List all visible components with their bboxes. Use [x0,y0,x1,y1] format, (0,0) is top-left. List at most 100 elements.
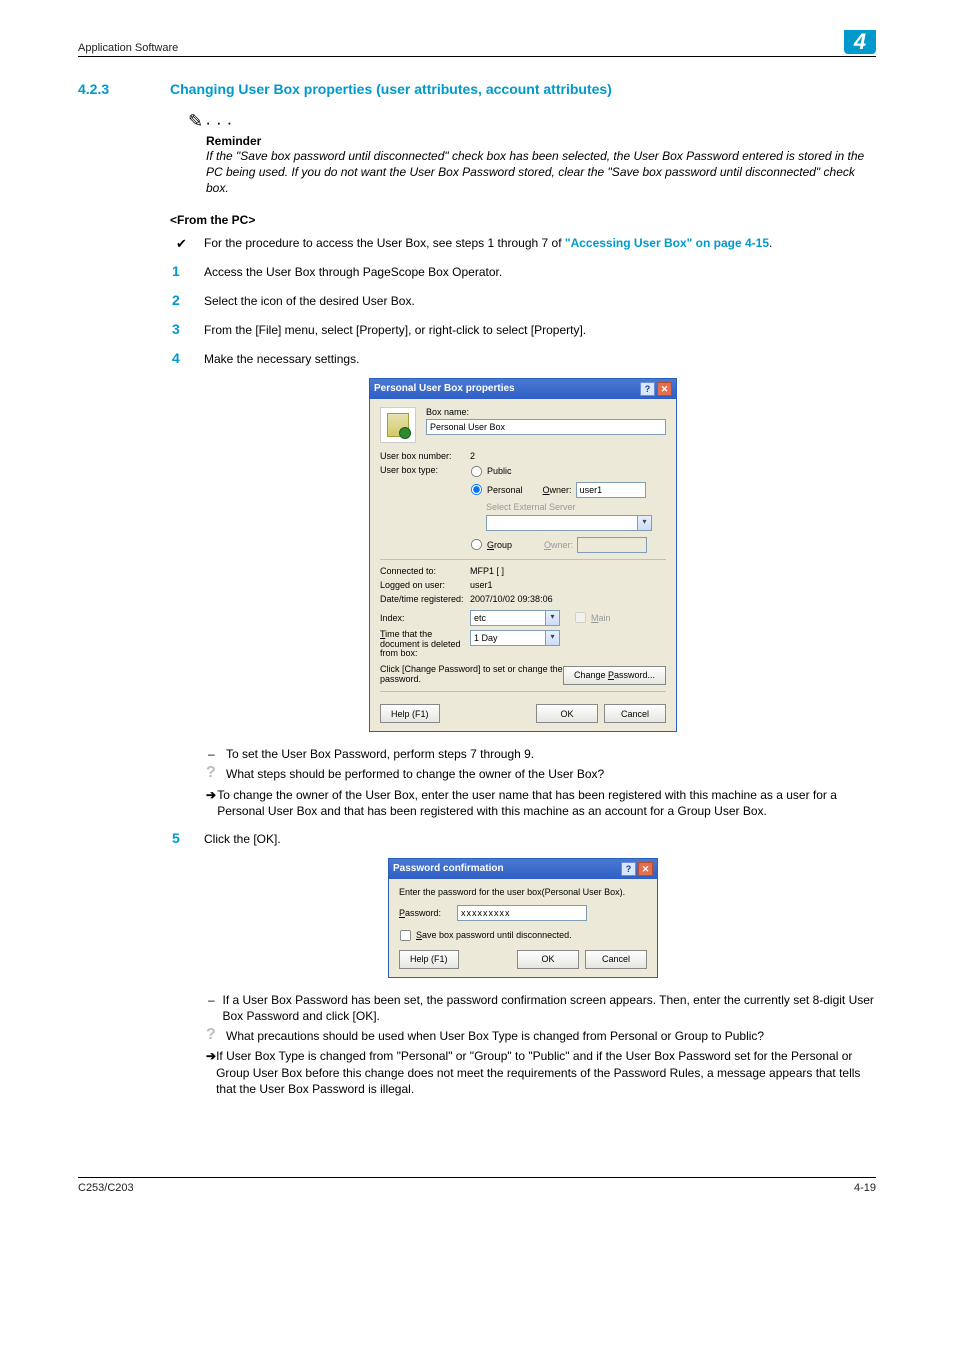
logged-user-label: Logged on user: [380,580,470,590]
step-3-text: From the [File] menu, select [Property],… [204,320,876,339]
step-5-number: 5 [170,829,204,848]
dialog2-prompt: Enter the password for the user box(Pers… [399,887,647,897]
dialog1-cancel-button[interactable]: Cancel [604,704,666,723]
boxname-label: Box name: [426,407,666,417]
footer-right: 4-19 [854,1182,876,1194]
owner-input[interactable] [576,482,646,498]
box-number-label: User box number: [380,451,470,461]
change-password-hint: Click [Change Password] to set or change… [380,665,563,685]
step-3-number: 3 [170,320,204,339]
boxname-input[interactable] [426,419,666,435]
type-public-radio[interactable] [471,466,482,477]
section-number: 4.2.3 [78,81,170,97]
note-ellipsis: . . . [206,114,233,128]
dialog1-titlebar: Personal User Box properties ? ✕ [370,379,676,399]
note-dash-2-text: If a User Box Password has been set, the… [222,992,876,1024]
dialog2-title: Password confirmation [393,863,504,874]
retention-combo[interactable]: 1 Day ▾ [470,630,560,646]
arrow-icon: ➔ [204,787,217,819]
step-5-text: Click the [OK]. [204,829,876,848]
save-password-checkbox[interactable] [400,930,411,941]
chapter-badge: 4 [844,30,876,54]
note-dash-1-text: To set the User Box Password, perform st… [226,746,534,762]
question-icon: ? [204,766,226,782]
type-personal-radio[interactable] [471,484,482,495]
step-1: 1 Access the User Box through PageScope … [170,262,876,281]
dialog1-ok-button[interactable]: OK [536,704,598,723]
retention-label: Time that the document is deleted from b… [380,630,470,660]
section-heading: 4.2.3 Changing User Box properties (user… [78,81,876,97]
dash-icon: – [204,992,222,1024]
type-personal-label: Personal [487,485,523,495]
note-question-2-text: What precautions should be used when Use… [226,1028,764,1044]
connected-label: Connected to: [380,566,470,576]
dash-icon: – [204,746,226,762]
step-2-text: Select the icon of the desired User Box. [204,291,876,310]
step-1-text: Access the User Box through PageScope Bo… [204,262,876,281]
step-2-number: 2 [170,291,204,310]
section-title: Changing User Box properties (user attri… [170,81,612,97]
index-label: Index: [380,613,470,623]
checkmark-icon: ✔ [170,235,204,253]
chevron-down-icon: ▾ [545,611,559,625]
note-dash-2: – If a User Box Password has been set, t… [204,992,876,1024]
change-password-button[interactable]: Change Password... [563,666,666,685]
main-checkbox-label: Main [591,613,611,623]
step-4-number: 4 [170,349,204,368]
note-answer-2-text: If User Box Type is changed from "Person… [216,1048,876,1097]
step-4: 4 Make the necessary settings. [170,349,876,368]
type-group-label: Group [487,540,512,550]
type-public-label: Public [487,466,512,476]
step-5: 5 Click the [OK]. [170,829,876,848]
arrow-icon: ➔ [204,1048,216,1097]
reminder-note: ✎ . . . Reminder If the "Save box passwo… [188,111,876,197]
chevron-down-icon: ▾ [545,631,559,645]
prereq-link[interactable]: "Accessing User Box" on page 4-15 [565,236,769,250]
connected-value: MFP1 [ ] [470,566,504,576]
running-head-text: Application Software [78,42,178,54]
reminder-label: Reminder [206,134,876,148]
owner-label: Owner: [543,485,572,495]
close-titlebar-button[interactable]: ✕ [638,862,653,876]
help-titlebar-button[interactable]: ? [640,382,655,396]
footer-left: C253/C203 [78,1182,134,1194]
logged-user-value: user1 [470,580,493,590]
help-titlebar-button[interactable]: ? [621,862,636,876]
datetime-value: 2007/10/02 09:38:06 [470,594,553,604]
from-pc-heading: <From the PC> [170,213,876,227]
running-header: Application Software 4 [78,30,876,57]
note-dash-1: – To set the User Box Password, perform … [204,746,876,762]
save-password-label: Save box password until disconnected. [416,930,572,940]
note-question-1-text: What steps should be performed to change… [226,766,604,782]
dialog2-titlebar: Password confirmation ? ✕ [389,859,657,879]
dialog2-ok-button[interactable]: OK [517,950,579,969]
index-combo[interactable]: etc ▾ [470,610,560,626]
close-titlebar-button[interactable]: ✕ [657,382,672,396]
password-input[interactable] [457,905,587,921]
page-footer: C253/C203 4-19 [78,1177,876,1194]
step-3: 3 From the [File] menu, select [Property… [170,320,876,339]
note-question-2: ? What precautions should be used when U… [204,1028,876,1044]
dialog2-cancel-button[interactable]: Cancel [585,950,647,969]
prerequisite-row: ✔ For the procedure to access the User B… [170,235,876,253]
dialog2-help-button[interactable]: Help (F1) [399,950,459,969]
user-box-properties-dialog: Personal User Box properties ? ✕ Box nam… [369,378,677,732]
main-checkbox [575,612,586,623]
external-server-combo: ▾ [486,515,652,531]
type-group-radio[interactable] [471,539,482,550]
group-owner-label: Owner: [544,540,573,550]
question-icon: ? [204,1028,226,1044]
step-4-text: Make the necessary settings. [204,349,876,368]
retention-value: 1 Day [474,633,498,643]
box-number-value: 2 [470,451,475,461]
datetime-label: Date/time registered: [380,594,470,604]
index-value: etc [474,613,486,623]
note-question-1: ? What steps should be performed to chan… [204,766,876,782]
step-2: 2 Select the icon of the desired User Bo… [170,291,876,310]
prereq-text-suffix: . [769,236,772,250]
note-answer-1-text: To change the owner of the User Box, ent… [217,787,876,819]
user-box-icon [380,407,416,443]
dialog1-help-button[interactable]: Help (F1) [380,704,440,723]
step-1-number: 1 [170,262,204,281]
external-server-label: Select External Server [486,502,666,512]
